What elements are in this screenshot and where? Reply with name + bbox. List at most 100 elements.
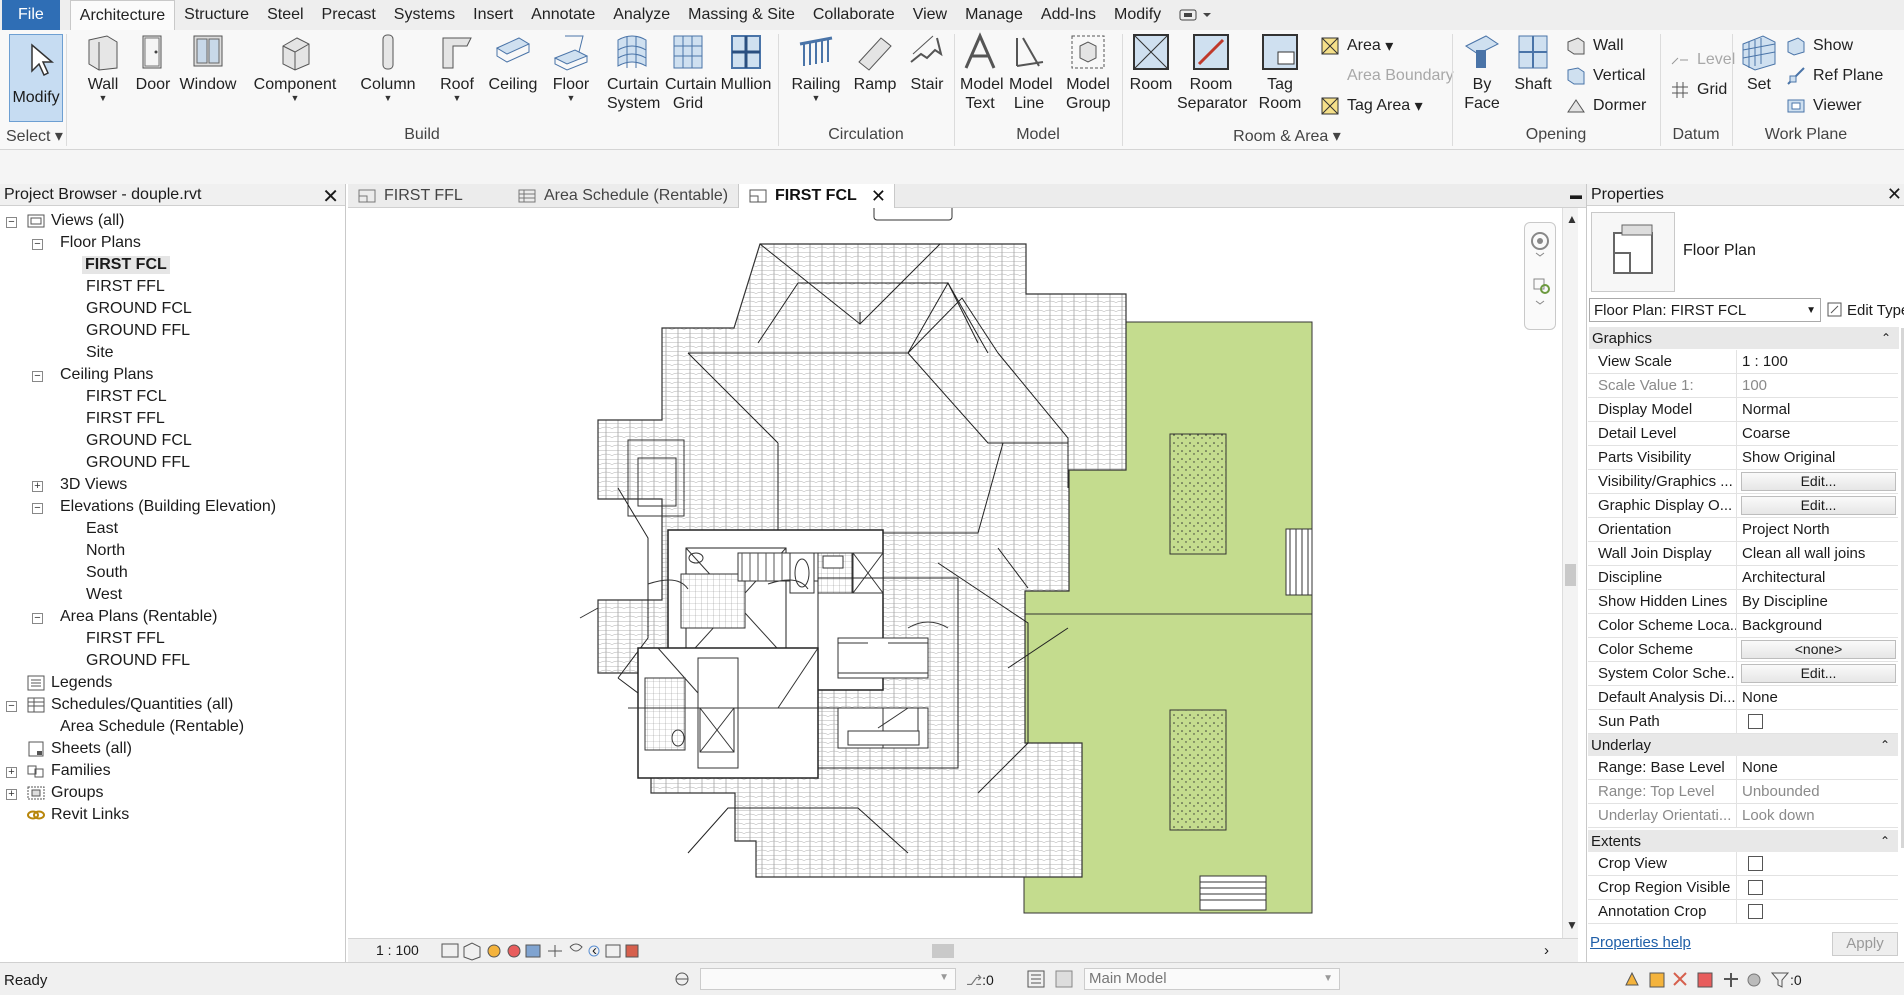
tab-view[interactable]: View <box>904 0 956 30</box>
select-dropdown[interactable]: Select ▾ <box>6 126 63 146</box>
visibility-graphics-edit-button[interactable]: Edit... <box>1741 472 1896 491</box>
tree-revit-links[interactable]: Revit Links <box>26 804 129 826</box>
tab-precast[interactable]: Precast <box>313 0 385 30</box>
tree-schedules[interactable]: Schedules/Quantities (all) <box>26 694 233 716</box>
shaft-button[interactable]: Shaft <box>1510 32 1556 94</box>
tree-ap-ground-ffl[interactable]: GROUND FFL <box>86 650 190 672</box>
tab-insert[interactable]: Insert <box>464 0 522 30</box>
tree-fp-first-ffl[interactable]: FIRST FFL <box>86 276 165 298</box>
tab-add-ins[interactable]: Add-Ins <box>1032 0 1105 30</box>
stair-button[interactable]: Stair <box>904 32 950 94</box>
tree-el-south[interactable]: South <box>86 562 128 584</box>
design-options-icons[interactable] <box>1026 969 1076 989</box>
tree-groups[interactable]: Groups <box>26 782 103 804</box>
tree-fp-ground-ffl[interactable]: GROUND FFL <box>86 320 190 342</box>
tab-view-area-schedule[interactable]: Area Schedule (Rentable) <box>508 184 733 208</box>
prop-orientation[interactable]: Orientation Project North <box>1588 517 1898 542</box>
tree-area-plans[interactable]: Area Plans (Rentable) <box>60 606 217 628</box>
tree-area-schedule[interactable]: Area Schedule (Rentable) <box>60 716 244 738</box>
ceiling-button[interactable]: Ceiling <box>488 32 538 94</box>
viewer-button[interactable]: Viewer <box>1786 96 1862 116</box>
door-button[interactable]: Door <box>130 32 176 94</box>
horizontal-scrollbar-thumb[interactable] <box>932 944 954 958</box>
tree-el-west[interactable]: West <box>86 584 122 606</box>
worksets-icon[interactable] <box>670 969 694 989</box>
view-control-icons[interactable] <box>440 941 640 961</box>
sun-path-checkbox[interactable] <box>1748 714 1763 729</box>
curtain-system-button[interactable]: Curtain System <box>604 32 660 113</box>
level-button[interactable]: Level <box>1670 50 1735 70</box>
tree-ap-first-ffl[interactable]: FIRST FFL <box>86 628 165 650</box>
tree-fp-ground-fcl[interactable]: GROUND FCL <box>86 298 192 320</box>
selection-filter-icons[interactable] <box>1622 969 1852 991</box>
drawing-canvas[interactable] <box>348 208 1588 938</box>
model-group-button[interactable]: Model Group <box>1058 32 1118 113</box>
crop-region-visible-checkbox[interactable] <box>1748 880 1763 895</box>
prop-view-scale[interactable]: View Scale 1 : 100 <box>1588 349 1898 374</box>
tab-steel[interactable]: Steel <box>258 0 312 30</box>
floor-button[interactable]: Floor ▼ <box>548 32 594 103</box>
tab-view-first-ffl[interactable]: FIRST FFL <box>348 184 508 208</box>
tree-3d-views[interactable]: 3D Views <box>60 474 127 496</box>
mullion-button[interactable]: Mullion <box>716 32 776 94</box>
tag-room-button[interactable]: Tag Room <box>1256 32 1304 113</box>
wall-opening-button[interactable]: Wall <box>1566 36 1624 56</box>
view-scale[interactable]: 1 : 100 <box>376 942 419 958</box>
model-text-button[interactable]: Model Text <box>958 32 1004 113</box>
modify-button[interactable]: Modify <box>9 34 63 122</box>
room-area-panel-label[interactable]: Room & Area ▾ <box>1122 126 1452 146</box>
steering-wheel-icon[interactable] <box>1525 223 1555 329</box>
window-button[interactable]: Window <box>180 32 236 94</box>
crop-view-checkbox[interactable] <box>1748 856 1763 871</box>
tab-analyze[interactable]: Analyze <box>604 0 679 30</box>
prop-display-model[interactable]: Display Model Normal <box>1588 397 1898 422</box>
ribbon-display-toggle-icon[interactable] <box>1170 0 1222 30</box>
tab-structure[interactable]: Structure <box>175 0 258 30</box>
tree-el-north[interactable]: North <box>86 540 125 562</box>
prop-show-hidden-lines[interactable]: Show Hidden Lines By Discipline <box>1588 589 1898 614</box>
tag-area-button[interactable]: Tag Area ▾ <box>1320 96 1423 116</box>
component-button[interactable]: Component ▼ <box>252 32 338 103</box>
tab-menu-icon[interactable]: ▬ <box>1570 188 1582 202</box>
vertical-opening-button[interactable]: Vertical <box>1566 66 1645 86</box>
tree-fp-site[interactable]: Site <box>86 342 114 364</box>
ramp-button[interactable]: Ramp <box>852 32 898 94</box>
prop-discipline[interactable]: Discipline Architectural <box>1588 565 1898 590</box>
tree-cp-first-fcl[interactable]: FIRST FCL <box>86 386 167 408</box>
railing-button[interactable]: Railing ▼ <box>788 32 844 103</box>
dormer-opening-button[interactable]: Dormer <box>1566 96 1646 116</box>
area-boundary-button[interactable]: Area Boundary <box>1320 66 1454 86</box>
tab-manage[interactable]: Manage <box>956 0 1032 30</box>
tree-elevations[interactable]: Elevations (Building Elevation) <box>60 496 276 518</box>
column-button[interactable]: Column ▼ <box>360 32 416 103</box>
grid-button[interactable]: Grid <box>1670 80 1727 100</box>
tree-families[interactable]: Families <box>26 760 111 782</box>
workset-dropdown[interactable]: ▼ <box>700 968 956 990</box>
by-face-button[interactable]: By Face <box>1458 32 1506 113</box>
tab-modify[interactable]: Modify <box>1105 0 1170 30</box>
model-line-button[interactable]: Model Line <box>1006 32 1053 113</box>
show-work-plane-button[interactable]: Show <box>1786 36 1853 56</box>
tree-cp-ground-fcl[interactable]: GROUND FCL <box>86 430 192 452</box>
color-scheme-button[interactable]: <none> <box>1741 640 1896 659</box>
room-button[interactable]: Room <box>1128 32 1174 94</box>
hscroll-left-icon[interactable]: ‹ <box>592 942 597 959</box>
vertical-scrollbar[interactable]: ▲ ▼ <box>1562 208 1578 938</box>
area-button[interactable]: Area ▾ <box>1320 36 1393 56</box>
tree-ceiling-plans[interactable]: Ceiling Plans <box>60 364 153 386</box>
close-tab-icon[interactable]: ✕ <box>871 186 886 207</box>
properties-help-link[interactable]: Properties help <box>1590 934 1691 951</box>
tree-legends[interactable]: Legends <box>26 672 112 694</box>
annotation-crop-checkbox[interactable] <box>1748 904 1763 919</box>
tree-views-all[interactable]: Views (all) <box>26 210 125 232</box>
tab-systems[interactable]: Systems <box>385 0 464 30</box>
apply-button[interactable]: Apply <box>1832 932 1898 956</box>
tree-sheets[interactable]: Sheets (all) <box>26 738 132 760</box>
section-extents[interactable]: Extents ⌃ <box>1588 830 1898 852</box>
prop-detail-level[interactable]: Detail Level Coarse <box>1588 421 1898 446</box>
prop-wall-join-display[interactable]: Wall Join Display Clean all wall joins <box>1588 541 1898 566</box>
tab-architecture[interactable]: Architecture <box>69 0 176 31</box>
prop-range-base-level[interactable]: Range: Base Level None <box>1588 755 1898 780</box>
system-color-edit-button[interactable]: Edit... <box>1741 664 1896 683</box>
prop-parts-visibility[interactable]: Parts Visibility Show Original <box>1588 445 1898 470</box>
